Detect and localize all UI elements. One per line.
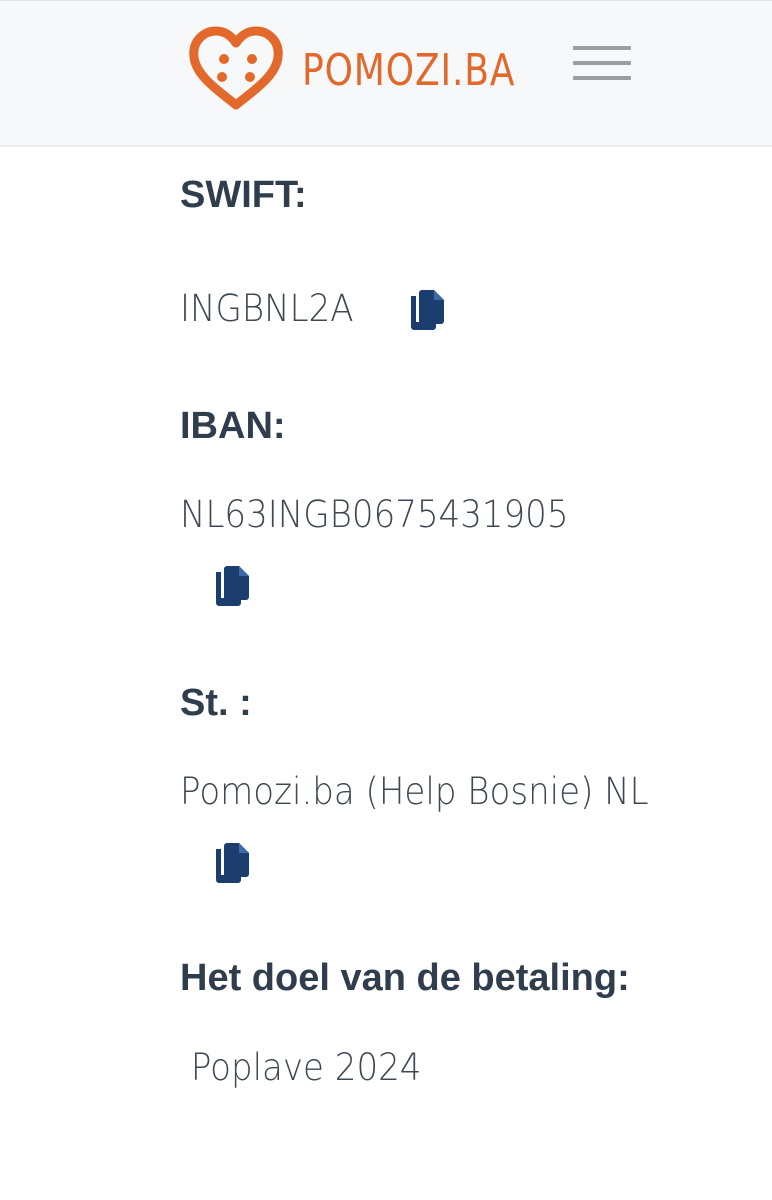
copy-iban-button[interactable] — [212, 564, 252, 608]
payment-purpose-value: Poplave 2024 — [180, 1046, 422, 1089]
copy-icon — [216, 566, 249, 606]
hamburger-menu-icon[interactable] — [571, 43, 633, 85]
copy-icon — [216, 843, 249, 883]
iban-label: IBAN: — [180, 405, 286, 447]
payment-purpose-label: Het doel van de betaling: — [180, 957, 630, 999]
brand-name: POMOZI.BA — [302, 44, 516, 96]
brand-logo[interactable]: POMOZI.BA — [186, 25, 562, 111]
menu-bar — [573, 76, 631, 80]
copy-swift-button[interactable] — [407, 288, 447, 332]
heart-logo-icon — [189, 26, 283, 110]
menu-bar — [573, 61, 631, 65]
swift-label: SWIFT: — [180, 174, 307, 216]
recipient-value: Pomozi.ba (Help Bosnie) NL — [180, 770, 649, 813]
swift-value: INGBNL2A — [180, 287, 354, 330]
iban-value: NL63INGB0675431905 — [180, 493, 569, 536]
site-header: POMOZI.BA — [0, 0, 772, 147]
copy-recipient-button[interactable] — [212, 841, 252, 885]
recipient-label: St. : — [180, 682, 252, 724]
copy-icon — [411, 290, 444, 330]
menu-bar — [573, 46, 631, 50]
